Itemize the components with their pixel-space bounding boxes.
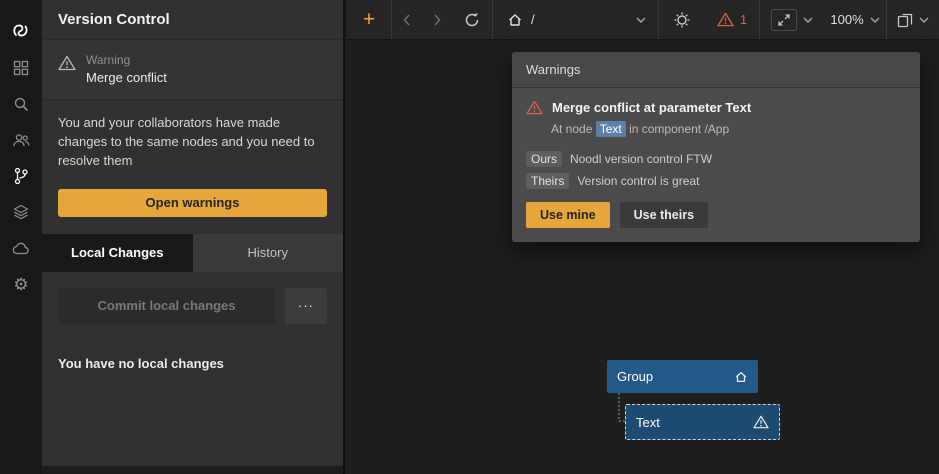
users-icon xyxy=(12,132,30,148)
warnings-popup-body: Merge conflict at parameter Text At node… xyxy=(512,88,920,242)
node-group[interactable]: Group xyxy=(607,360,758,393)
canvas-toolbar: + / 1 xyxy=(347,0,939,40)
navigate-back-button[interactable] xyxy=(392,0,422,40)
frames-control[interactable] xyxy=(887,0,939,40)
node-label: Group xyxy=(617,369,653,384)
commit-local-changes-button[interactable]: Commit local changes xyxy=(58,288,275,324)
sidebar-item-version-control[interactable] xyxy=(0,158,42,194)
theirs-badge: Theirs xyxy=(526,173,569,189)
conflict-versions: Ours Noodl version control FTW Theirs Ve… xyxy=(526,151,906,189)
activity-rail: ⚙ xyxy=(0,0,42,474)
zoom-control[interactable]: 100% xyxy=(824,0,886,40)
at-node-text: At node xyxy=(551,122,592,136)
cloud-icon xyxy=(12,241,30,255)
home-icon xyxy=(507,12,523,28)
conflict-location: At node Text in component /App xyxy=(551,122,906,136)
panel-tabs: Local Changes History xyxy=(42,234,343,272)
component-breadcrumb[interactable]: / xyxy=(493,0,658,40)
zoom-level: 100% xyxy=(830,12,863,27)
sidebar-item-cloud-functions[interactable] xyxy=(0,230,42,266)
theirs-value: Version control is great xyxy=(577,174,699,188)
open-warnings-button[interactable]: Open warnings xyxy=(58,189,327,217)
merge-conflict-banner: Warning Merge conflict xyxy=(42,40,343,100)
sidebar-item-collaborators[interactable] xyxy=(0,122,42,158)
page-title: Version Control xyxy=(42,0,343,40)
component-path: / xyxy=(531,12,535,27)
warnings-button[interactable]: 1 xyxy=(705,0,759,40)
warning-label: Warning xyxy=(86,53,167,67)
grid-icon xyxy=(13,60,29,76)
use-mine-button[interactable]: Use mine xyxy=(526,202,610,228)
chevron-left-icon xyxy=(403,14,411,26)
sidebar-item-search[interactable] xyxy=(0,86,42,122)
gear-icon: ⚙ xyxy=(13,276,28,293)
add-node-button[interactable]: + xyxy=(347,0,391,40)
panel-footer xyxy=(42,466,343,474)
frames-icon xyxy=(897,12,913,28)
no-local-changes-message: You have no local changes xyxy=(42,340,343,371)
more-options-button[interactable]: ··· xyxy=(285,288,327,324)
search-icon xyxy=(13,96,29,112)
refresh-icon xyxy=(464,12,480,28)
chevron-down-icon xyxy=(803,17,813,23)
expand-icon xyxy=(771,9,797,31)
commit-row: Commit local changes ··· xyxy=(42,272,343,340)
warnings-popup-title: Warnings xyxy=(512,52,920,88)
ours-badge: Ours xyxy=(526,151,562,167)
debug-button[interactable] xyxy=(659,0,705,40)
refresh-button[interactable] xyxy=(452,0,492,40)
warning-count-badge: 1 xyxy=(740,12,747,27)
git-branch-icon xyxy=(13,167,29,185)
chevron-right-icon xyxy=(433,14,441,26)
warning-message: Merge conflict xyxy=(86,70,167,85)
warning-icon xyxy=(717,12,734,27)
use-theirs-button[interactable]: Use theirs xyxy=(620,202,708,228)
chevron-down-icon xyxy=(870,17,880,23)
node-link[interactable]: Text xyxy=(596,121,626,137)
ours-value: Noodl version control FTW xyxy=(570,152,712,166)
chevron-down-icon[interactable] xyxy=(636,17,646,23)
tab-history[interactable]: History xyxy=(193,234,344,272)
version-control-panel: Version Control Warning Merge conflict Y… xyxy=(42,0,345,474)
warnings-popup: Warnings Merge conflict at parameter Tex… xyxy=(512,52,920,242)
noodl-editor-window: ⚙ Version Control Warning Merge conflict… xyxy=(0,0,939,474)
warning-icon xyxy=(58,55,76,71)
sidebar-item-cloud-services[interactable] xyxy=(0,194,42,230)
navigate-forward-button[interactable] xyxy=(422,0,452,40)
node-label: Text xyxy=(636,415,660,430)
warning-icon xyxy=(526,100,543,115)
conflict-description: You and your collaborators have made cha… xyxy=(42,100,343,175)
layers-icon xyxy=(13,204,29,220)
chevron-down-icon xyxy=(919,17,929,23)
debug-icon xyxy=(673,11,691,29)
sidebar-item-components[interactable] xyxy=(0,50,42,86)
tab-local-changes[interactable]: Local Changes xyxy=(42,234,193,272)
node-text[interactable]: Text xyxy=(625,404,780,440)
home-icon xyxy=(734,370,748,384)
in-component-text: in component /App xyxy=(629,122,729,136)
conflict-title: Merge conflict at parameter Text xyxy=(552,100,751,115)
warning-icon xyxy=(753,415,769,429)
sidebar-item-settings[interactable]: ⚙ xyxy=(0,266,42,302)
preview-mode-control[interactable] xyxy=(760,0,824,40)
noodl-logo-icon[interactable] xyxy=(0,10,42,50)
